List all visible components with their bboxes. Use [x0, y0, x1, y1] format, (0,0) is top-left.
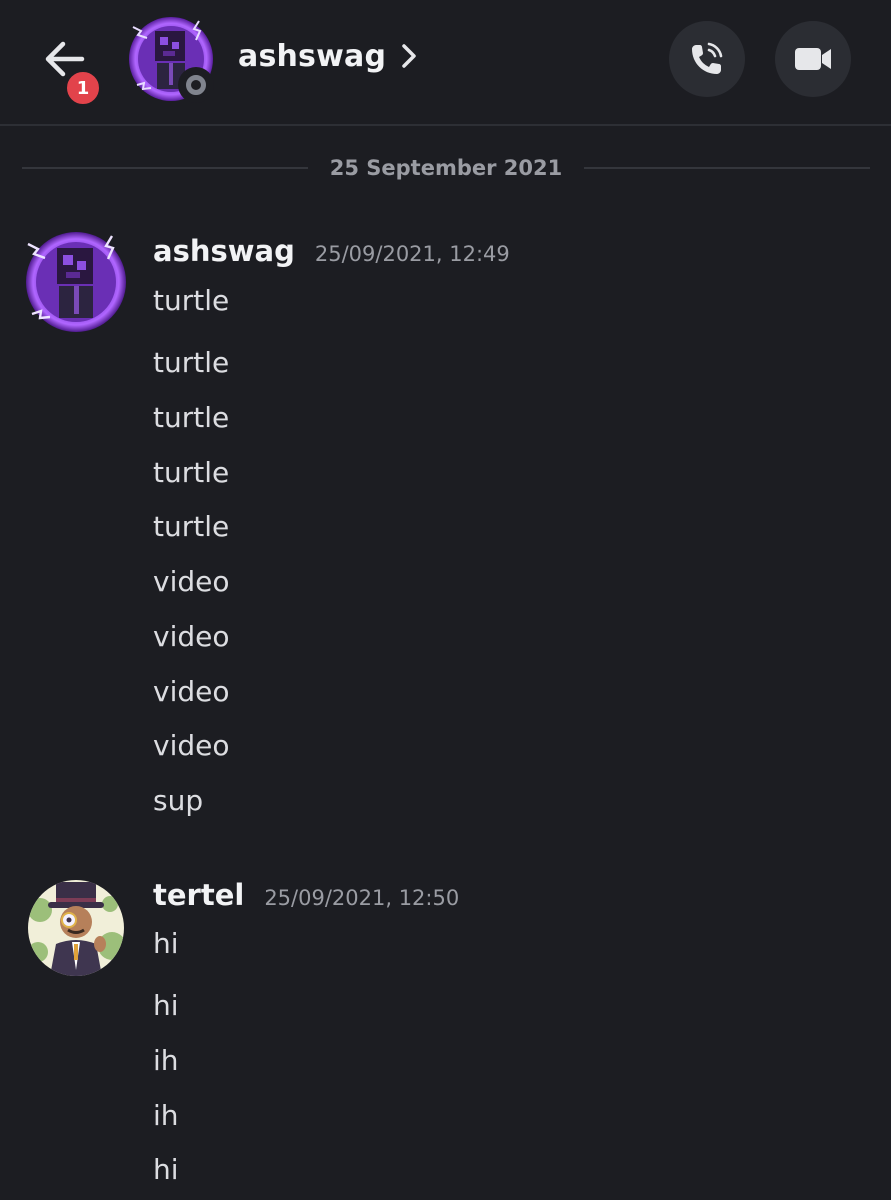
message-text[interactable]: video	[153, 564, 229, 600]
author-name[interactable]: ashswag	[153, 234, 295, 268]
top-hat-character-avatar-image	[28, 880, 124, 976]
date-divider: 25 September 2021	[22, 148, 870, 188]
offline-status-icon	[178, 67, 214, 103]
message-text[interactable]: ih	[153, 1098, 179, 1134]
message-text[interactable]: ih	[153, 1043, 179, 1079]
message-text[interactable]: turtle	[153, 509, 229, 545]
message-text[interactable]: video	[153, 619, 229, 655]
message-text[interactable]: video	[153, 728, 229, 764]
date-divider-label: 25 September 2021	[329, 156, 563, 180]
chat-header: 1 ashswag	[0, 0, 891, 126]
message-timestamp: 25/09/2021, 12:49	[314, 242, 510, 266]
message-text[interactable]: video	[153, 674, 229, 710]
message-text[interactable]: turtle	[153, 345, 229, 381]
message-text[interactable]: turtle	[153, 455, 229, 491]
author-name[interactable]: tertel	[153, 878, 244, 912]
divider-line-right	[584, 167, 870, 169]
phone-call-icon	[692, 42, 723, 74]
message-text[interactable]: hi	[153, 926, 179, 962]
video-camera-icon	[795, 48, 831, 70]
divider-line-left	[22, 167, 308, 169]
dm-chat-screen: 1 ashswag 25 September 2021 ashswag 25/0…	[0, 0, 891, 1200]
purple-avatar-image	[26, 232, 126, 332]
message-header: tertel 25/09/2021, 12:50	[153, 878, 459, 918]
voice-call-button[interactable]	[669, 21, 745, 97]
chevron-right-icon	[400, 42, 418, 70]
message-text[interactable]: hi	[153, 1152, 179, 1188]
unread-badge: 1	[64, 69, 102, 107]
message-text[interactable]: turtle	[153, 283, 229, 319]
message-text[interactable]: hi	[153, 988, 179, 1024]
author-avatar-ashswag[interactable]	[24, 230, 128, 334]
message-text[interactable]: sup	[153, 783, 203, 819]
message-header: ashswag 25/09/2021, 12:49	[153, 234, 510, 274]
header-title: ashswag	[238, 38, 387, 74]
video-call-button[interactable]	[775, 21, 851, 97]
message-timestamp: 25/09/2021, 12:50	[264, 886, 460, 910]
author-avatar-tertel[interactable]	[28, 880, 124, 976]
message-text[interactable]: turtle	[153, 400, 229, 436]
header-title-button[interactable]: ashswag	[238, 32, 418, 80]
